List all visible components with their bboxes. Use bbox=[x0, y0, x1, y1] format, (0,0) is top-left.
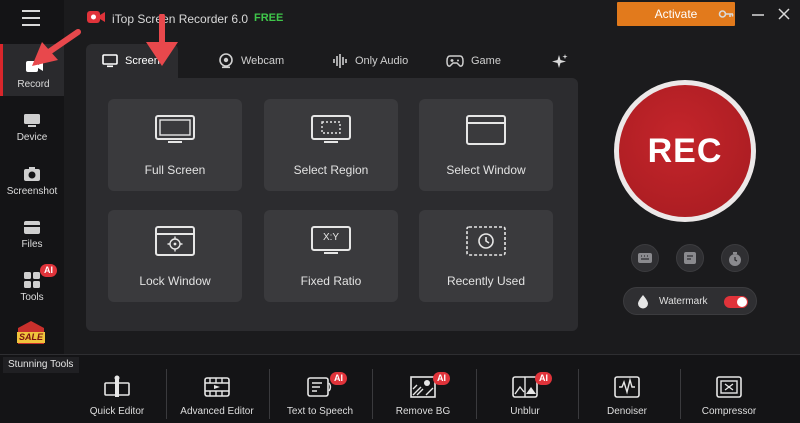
compressor-icon bbox=[716, 376, 742, 398]
key-icon[interactable] bbox=[718, 6, 734, 22]
mode-label: Select Window bbox=[446, 163, 526, 177]
app-logo-icon bbox=[87, 11, 105, 23]
fixed-ratio-icon: X:Y bbox=[310, 225, 352, 257]
annotation-arrow-record bbox=[32, 29, 81, 66]
tool-label: Unblur bbox=[510, 406, 540, 417]
sidebar-item-tools[interactable]: Tools AI bbox=[0, 264, 64, 318]
tool-label: Compressor bbox=[701, 406, 757, 417]
sidebar-item-label: Screenshot bbox=[6, 186, 58, 197]
timer-button[interactable] bbox=[721, 244, 749, 272]
monitor-icon bbox=[102, 54, 118, 68]
denoiser-icon bbox=[614, 376, 640, 398]
annotation-arrow-screen-tab bbox=[146, 14, 178, 66]
sidebar-item-files[interactable]: Files bbox=[0, 213, 64, 265]
tab-label: Only Audio bbox=[355, 55, 409, 67]
gamepad-icon bbox=[446, 55, 464, 67]
recently-used-card[interactable]: Recently Used bbox=[419, 210, 553, 302]
sale-badge[interactable]: SALE bbox=[15, 320, 47, 346]
sidebar-item-label: Device bbox=[16, 132, 48, 143]
ai-badge: AI bbox=[330, 372, 347, 385]
tool-label: Text to Speech bbox=[286, 406, 354, 417]
advanced-editor-icon bbox=[204, 377, 230, 397]
tab-only-audio[interactable]: Only Audio bbox=[332, 44, 408, 78]
webcam-icon bbox=[219, 53, 233, 69]
mode-label: Recently Used bbox=[446, 274, 526, 288]
camera-icon bbox=[24, 167, 40, 181]
stunning-tools-label: Stunning Tools bbox=[3, 357, 79, 373]
tab-label: Webcam bbox=[241, 55, 285, 67]
device-icon bbox=[24, 114, 40, 127]
sale-label: SALE bbox=[18, 332, 43, 342]
ratio-text: X:Y bbox=[322, 232, 340, 243]
mode-label: Fixed Ratio bbox=[300, 274, 362, 288]
sidebar-item-label: Tools bbox=[20, 292, 44, 303]
folder-icon bbox=[24, 221, 40, 234]
tab-label: Game bbox=[471, 55, 501, 67]
select-window-icon bbox=[466, 115, 506, 145]
quick-editor-icon bbox=[104, 375, 130, 397]
minimize-icon[interactable] bbox=[750, 6, 766, 22]
watermark-toggle-pill[interactable]: Watermark bbox=[623, 287, 757, 315]
capture-mode-panel: Full Screen Select Region Select Window … bbox=[86, 78, 578, 331]
tab-game[interactable]: Game bbox=[446, 44, 501, 78]
mode-label: Full Screen bbox=[144, 163, 206, 177]
tab-webcam[interactable]: Webcam bbox=[218, 44, 284, 78]
sidebar-item-device[interactable]: Device bbox=[0, 106, 64, 158]
ai-badge: AI bbox=[433, 372, 450, 385]
sidebar-item-screenshot[interactable]: Screenshot bbox=[0, 160, 64, 212]
tools-icon bbox=[24, 272, 40, 288]
compressor-tool[interactable]: Compressor bbox=[679, 374, 779, 417]
note-icon bbox=[684, 252, 696, 264]
mode-label: Lock Window bbox=[139, 274, 211, 288]
remove-bg-tool[interactable]: AI Remove BG bbox=[373, 372, 473, 417]
select-window-card[interactable]: Select Window bbox=[419, 99, 553, 191]
watermark-toggle[interactable] bbox=[724, 296, 748, 308]
denoiser-tool[interactable]: Denoiser bbox=[577, 374, 677, 417]
tool-label: Remove BG bbox=[395, 406, 451, 417]
full-screen-card[interactable]: Full Screen bbox=[108, 99, 242, 191]
ai-badge: AI bbox=[40, 264, 57, 277]
ai-badge: AI bbox=[535, 372, 552, 385]
keyboard-icon bbox=[638, 253, 652, 263]
menu-icon[interactable] bbox=[22, 10, 40, 26]
note-button[interactable] bbox=[676, 244, 704, 272]
text-to-speech-tool[interactable]: AI Text to Speech bbox=[270, 372, 370, 417]
water-drop-icon bbox=[638, 295, 648, 309]
recently-used-icon bbox=[466, 226, 506, 256]
close-icon[interactable] bbox=[776, 6, 792, 22]
keyboard-button[interactable] bbox=[631, 244, 659, 272]
tool-label: Quick Editor bbox=[89, 406, 145, 417]
mode-label: Select Region bbox=[293, 163, 369, 177]
quick-editor-tool[interactable]: Quick Editor bbox=[67, 374, 167, 417]
sidebar-item-label: Files bbox=[21, 239, 43, 250]
select-region-icon bbox=[311, 115, 351, 143]
timer-icon bbox=[729, 252, 741, 266]
tool-label: Denoiser bbox=[606, 406, 648, 417]
rec-button[interactable]: REC bbox=[619, 85, 751, 217]
sparkle-icon[interactable] bbox=[551, 53, 569, 71]
full-screen-icon bbox=[155, 115, 195, 143]
free-badge: FREE bbox=[254, 12, 284, 24]
unblur-tool[interactable]: AI Unblur bbox=[475, 372, 575, 417]
watermark-label: Watermark bbox=[659, 296, 708, 307]
lock-window-card[interactable]: Lock Window bbox=[108, 210, 242, 302]
lock-window-icon bbox=[155, 226, 195, 256]
tool-label: Advanced Editor bbox=[180, 406, 254, 417]
sidebar-item-label: Record bbox=[17, 79, 50, 90]
audio-wave-icon bbox=[333, 54, 347, 68]
fixed-ratio-card[interactable]: X:Y Fixed Ratio bbox=[264, 210, 398, 302]
advanced-editor-tool[interactable]: Advanced Editor bbox=[167, 374, 267, 417]
select-region-card[interactable]: Select Region bbox=[264, 99, 398, 191]
